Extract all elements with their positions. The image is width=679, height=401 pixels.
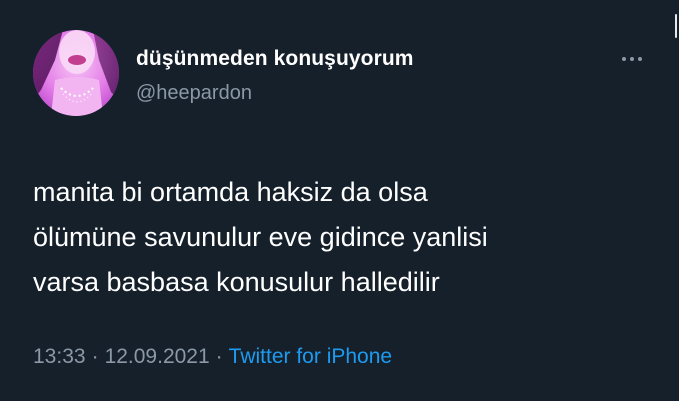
tweet-text-line: manita bi ortamda haksiz da olsa bbox=[33, 177, 428, 207]
tweet-text-line: varsa basbasa konusulur halledilir bbox=[33, 267, 440, 297]
user-handle[interactable]: @heepardon bbox=[136, 82, 252, 105]
scroll-indicator bbox=[675, 14, 677, 38]
avatar[interactable] bbox=[33, 30, 119, 116]
tweet-source-link[interactable]: Twitter for iPhone bbox=[229, 345, 392, 368]
display-name[interactable]: düşünmeden konuşuyorum bbox=[136, 47, 414, 71]
tweet-meta: 13:33 · 12.09.2021 · Twitter for iPhone bbox=[33, 345, 392, 369]
avatar-image bbox=[33, 30, 119, 116]
meta-separator: · bbox=[91, 345, 99, 368]
more-dot bbox=[622, 57, 626, 61]
more-options-icon[interactable] bbox=[614, 48, 650, 70]
tweet-date[interactable]: 12.09.2021 bbox=[105, 345, 210, 368]
tweet-text: manita bi ortamda haksiz da olsa ölümüne… bbox=[33, 170, 653, 305]
meta-separator: · bbox=[215, 345, 223, 368]
more-dot bbox=[630, 57, 634, 61]
tweet-text-line: ölümüne savunulur eve gidince yanlisi bbox=[33, 222, 488, 252]
tweet-time[interactable]: 13:33 bbox=[33, 345, 86, 368]
more-dot bbox=[638, 57, 642, 61]
tweet-card: düşünmeden konuşuyorum @heepardon manita… bbox=[0, 0, 679, 401]
